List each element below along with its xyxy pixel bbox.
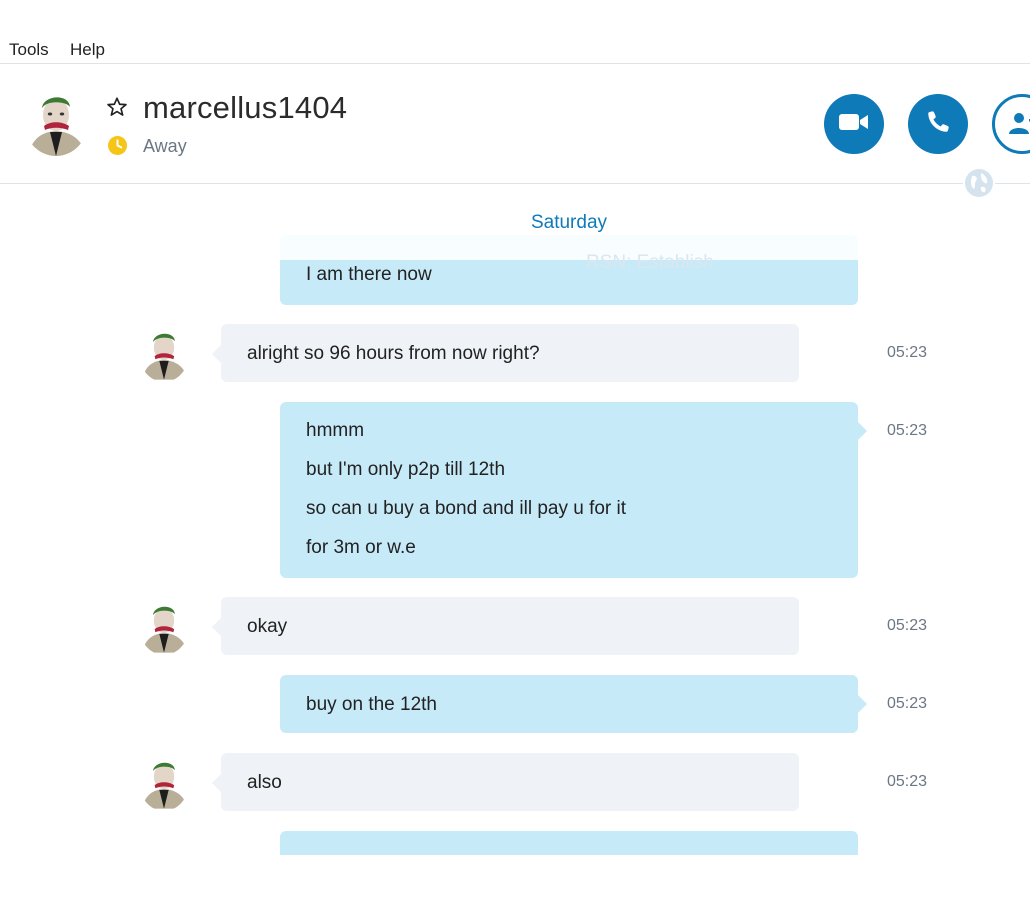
outgoing-message: hmmm but I'm only p2p till 12th so can u…: [280, 402, 858, 578]
star-icon[interactable]: [106, 96, 128, 118]
contact-avatar[interactable]: [24, 88, 88, 156]
add-contact-button[interactable]: [992, 94, 1030, 154]
menu-item-tools[interactable]: Tools: [9, 40, 49, 60]
incoming-message: also: [221, 753, 799, 811]
bubble-tail: [212, 774, 221, 792]
bubble-tail: [858, 695, 867, 713]
outgoing-message: buy on the 12th: [280, 675, 858, 733]
message-line: okay: [247, 616, 288, 637]
message-timestamp: 05:23: [887, 617, 928, 634]
menu-item-help[interactable]: Help: [70, 40, 105, 60]
message-line: I am there now: [306, 264, 432, 285]
incoming-message: okay: [221, 597, 799, 655]
message-line: for 3m or w.e: [306, 537, 416, 558]
contact-name: marcellus1404: [143, 90, 348, 125]
conversation-header: marcellus1404 Away: [0, 64, 1030, 184]
message-line: also: [247, 772, 282, 793]
contact-status: Away: [143, 136, 187, 156]
message-line: so can u buy a bond and ill pay u for it: [306, 498, 627, 519]
sender-avatar[interactable]: [139, 597, 189, 655]
incoming-message: alright so 96 hours from now right?: [221, 324, 799, 382]
message-timestamp: 05:23: [887, 344, 928, 361]
outgoing-message: [280, 831, 858, 855]
video-call-button[interactable]: [824, 94, 884, 154]
bubble-tail: [212, 618, 221, 636]
menu-bar: Tools Help: [0, 0, 1030, 64]
day-divider: RSN: Establish Saturday: [280, 208, 858, 273]
message-timestamp: 05:23: [887, 422, 928, 439]
chat-history[interactable]: I am there now RSN: Establish Saturday a…: [0, 185, 1030, 855]
message-timestamp: 05:23: [887, 773, 928, 790]
message-line: buy on the 12th: [306, 694, 437, 715]
sender-avatar[interactable]: [139, 753, 189, 811]
bubble-tail: [858, 422, 867, 440]
day-label: Saturday: [530, 212, 608, 233]
faded-message-line: RSN: Establish: [586, 252, 714, 273]
video-camera-icon: [839, 112, 869, 137]
bubble-tail: [212, 345, 221, 363]
message-line: alright so 96 hours from now right?: [247, 343, 540, 364]
message-line: but I'm only p2p till 12th: [306, 459, 506, 480]
message-timestamp: 05:23: [887, 695, 928, 712]
add-person-icon: [1009, 110, 1030, 143]
sender-avatar[interactable]: [139, 324, 189, 382]
message-line: hmmm: [306, 420, 365, 441]
audio-call-button[interactable]: [908, 94, 968, 154]
clock-icon: [108, 136, 127, 155]
phone-icon: [925, 109, 951, 140]
